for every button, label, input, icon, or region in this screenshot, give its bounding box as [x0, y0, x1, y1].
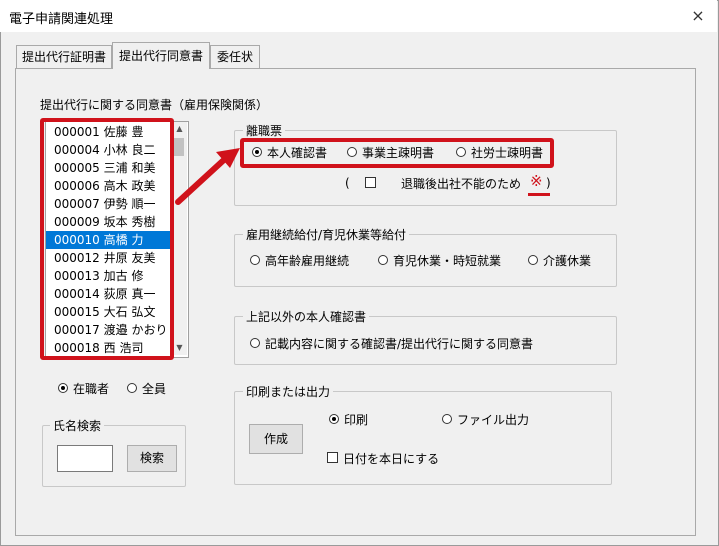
- note-underline: [528, 193, 550, 196]
- scroll-down-icon[interactable]: ▼: [172, 343, 187, 352]
- radio-file-output[interactable]: [442, 414, 452, 424]
- checkbox-cannot-attend-label: 退職後出社不能のため: [401, 177, 522, 191]
- radio-identity-confirmation-label: 本人確認書: [267, 146, 328, 160]
- list-item[interactable]: 000013 加古 修: [46, 267, 176, 285]
- radio-print[interactable]: [329, 414, 339, 424]
- window-title: 電子申請関連処理: [9, 12, 114, 27]
- checkbox-today-date-label: 日付を本日にする: [343, 452, 440, 466]
- list-item[interactable]: 000004 小林 良二: [46, 141, 176, 159]
- radio-all[interactable]: [127, 383, 137, 393]
- radio-all-label: 全員: [142, 382, 167, 396]
- tab-power-of-attorney[interactable]: 委任状: [210, 45, 260, 68]
- radio-sharoushi-explanation-label: 社労士疎明書: [471, 146, 544, 160]
- paren-open: (: [345, 176, 350, 190]
- section-heading: 提出代行に関する同意書（雇用保険関係）: [40, 98, 269, 112]
- list-item[interactable]: 000007 伊勢 順一: [46, 195, 176, 213]
- list-item-selected[interactable]: 000010 高橋 力: [46, 231, 176, 249]
- rishokuhyo-group: [234, 130, 617, 206]
- radio-sharoushi-explanation[interactable]: [456, 147, 466, 157]
- list-item[interactable]: 000009 坂本 秀樹: [46, 213, 176, 231]
- scroll-up-icon[interactable]: ▲: [172, 124, 187, 133]
- radio-employer-explanation[interactable]: [347, 147, 357, 157]
- radio-nursing-leave[interactable]: [528, 255, 538, 265]
- output-group-label: 印刷または出力: [243, 383, 334, 400]
- radio-in-office-label: 在職者: [73, 382, 110, 396]
- other-group-label: 上記以外の本人確認書: [243, 308, 370, 325]
- rishokuhyo-group-label: 離職票: [243, 122, 286, 139]
- list-item[interactable]: 000006 高木 政美: [46, 177, 176, 195]
- note-mark: ※: [530, 172, 543, 190]
- radio-identity-confirmation[interactable]: [252, 147, 262, 157]
- create-button[interactable]: 作成: [249, 424, 303, 454]
- radio-in-office[interactable]: [58, 383, 68, 393]
- list-item[interactable]: 000017 渡邉 かおり: [46, 321, 176, 339]
- tab-proxy-certificate[interactable]: 提出代行証明書: [16, 45, 112, 68]
- close-button[interactable]: ×: [684, 4, 712, 28]
- radio-employer-explanation-label: 事業主疎明書: [362, 146, 435, 160]
- koyou-group-label: 雇用継続給付/育児休業等給付: [243, 226, 410, 243]
- employee-listbox[interactable]: 000001 佐藤 豊 000004 小林 良二 000005 三浦 和美 00…: [45, 121, 189, 358]
- checkbox-today-date[interactable]: [327, 452, 338, 463]
- radio-content-confirmation-label: 記載内容に関する確認書/提出代行に関する同意書: [265, 337, 534, 351]
- radio-childcare-leave[interactable]: [378, 255, 388, 265]
- radio-nursing-leave-label: 介護休業: [543, 254, 592, 268]
- tab-proxy-consent[interactable]: 提出代行同意書: [112, 42, 210, 69]
- list-item[interactable]: 000005 三浦 和美: [46, 159, 176, 177]
- list-item[interactable]: 000015 大石 弘文: [46, 303, 176, 321]
- checkbox-cannot-attend[interactable]: [365, 177, 376, 188]
- name-search-input[interactable]: [57, 445, 113, 472]
- radio-childcare-leave-label: 育児休業・時短就業: [393, 254, 502, 268]
- radio-elderly-employment-label: 高年齢雇用継続: [265, 254, 350, 268]
- search-button[interactable]: 検索: [127, 445, 177, 472]
- list-item[interactable]: 000001 佐藤 豊: [46, 123, 176, 141]
- list-item[interactable]: 000012 井原 友美: [46, 249, 176, 267]
- list-item[interactable]: 000018 西 浩司: [46, 339, 176, 357]
- name-search-label: 氏名検索: [50, 417, 105, 434]
- radio-elderly-employment[interactable]: [250, 255, 260, 265]
- radio-file-output-label: ファイル出力: [457, 413, 530, 427]
- arrow-icon: [175, 148, 240, 205]
- paren-close: ): [546, 176, 551, 190]
- list-item[interactable]: 000014 荻原 真一: [46, 285, 176, 303]
- radio-print-label: 印刷: [344, 413, 369, 427]
- radio-content-confirmation[interactable]: [250, 338, 260, 348]
- close-icon: ×: [691, 6, 705, 25]
